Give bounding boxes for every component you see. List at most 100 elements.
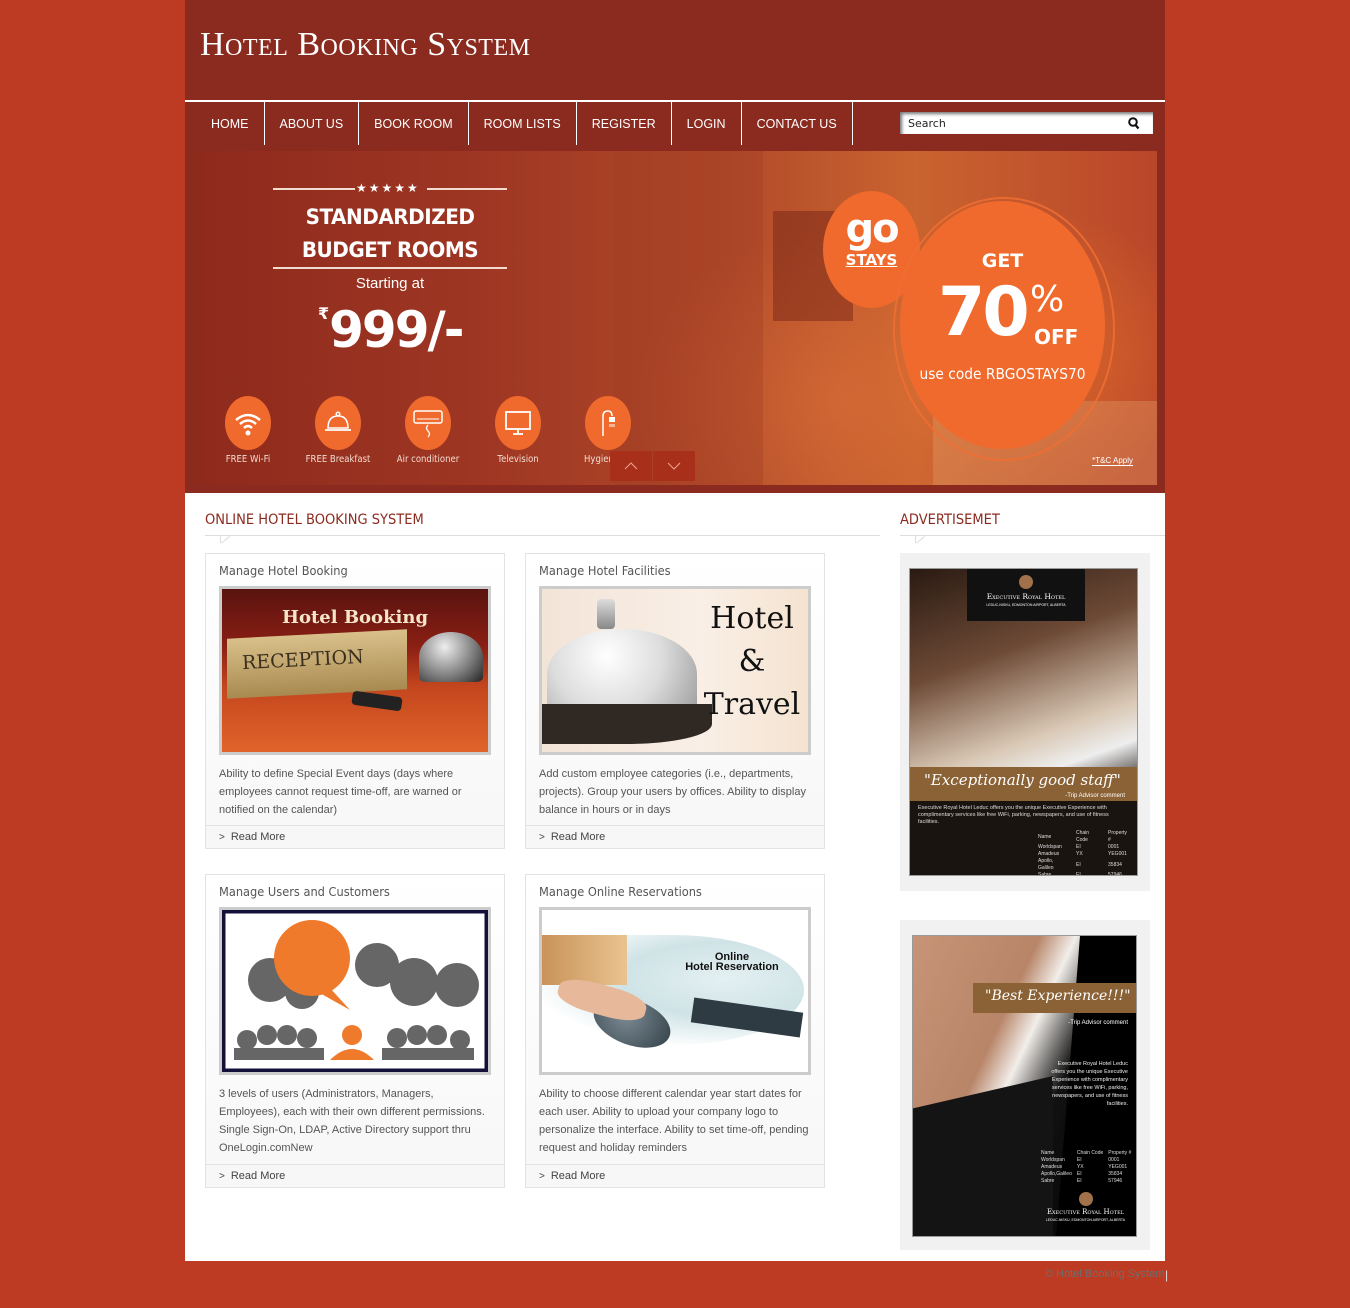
ad-executive-royal-hotel-2[interactable]: "Best Experience!!!" -Trip Advisor comme…	[912, 935, 1137, 1237]
image-caption: Hotel & Travel	[692, 597, 808, 726]
air-conditioner-icon	[413, 410, 443, 438]
main-nav: HOME ABOUT US BOOK ROOM ROOM LISTS REGIS…	[185, 100, 1165, 151]
amenity-label: Air conditioner	[396, 454, 460, 465]
slider-prev-button[interactable]	[610, 451, 652, 481]
feature-card-hotel-booking: Manage Hotel Booking Hotel Booking RECEP…	[205, 553, 505, 849]
price-label: ₹999/-	[318, 301, 465, 359]
ad-body: Executive Royal Hotel Leduc offers you t…	[910, 801, 1137, 875]
price-value: 999/-	[329, 301, 464, 359]
section-rule	[205, 535, 880, 536]
read-more-label: Read More	[230, 1170, 286, 1182]
search-input[interactable]	[900, 116, 1120, 130]
sidebar-title: ADVERTISEMET	[900, 512, 1000, 528]
ad-body-text: Executive Royal Hotel Leduc offers you t…	[918, 805, 1109, 825]
nav-login[interactable]: LOGIN	[672, 102, 742, 145]
search-box	[900, 112, 1153, 134]
caption-line: Hotel Reservation	[685, 961, 779, 973]
ad-location: LEDUC-NISKU, EDMONTON AIRPORT, ALBERTA	[986, 603, 1066, 607]
feature-card-online-reservations: Manage Online Reservations Online Hotel …	[525, 874, 825, 1188]
card-title: Manage Hotel Booking	[219, 564, 348, 578]
ad-quote-source: -Trip Advisor comment	[1065, 793, 1125, 799]
read-more-label: Read More	[550, 1170, 606, 1182]
ad-quote: "Exceptionally good staff"	[924, 771, 1121, 789]
content-area: ONLINE HOTEL BOOKING SYSTEM Manage Hotel…	[185, 493, 1165, 1261]
ad-box-1: Executive Royal Hotel LEDUC-NISKU, EDMON…	[900, 553, 1150, 891]
card-description: Ability to define Special Event days (da…	[219, 768, 462, 816]
offer-off-text: OFF	[1034, 325, 1079, 349]
site-title[interactable]: Hotel Booking System	[200, 26, 530, 64]
divider-line	[273, 267, 507, 269]
banner-headline: STANDARDIZED BUDGET ROOMS	[279, 201, 501, 267]
promo-banner-slider[interactable]: ★★★★★ STANDARDIZED BUDGET ROOMS Starting…	[193, 151, 1157, 485]
ad-location: LEDUC-NISKU, EDMONTON AIRPORT, ALBERTA	[1045, 1218, 1126, 1222]
chevron-right-icon: >	[539, 1170, 545, 1182]
amenity-label: FREE Wi-Fi	[225, 454, 271, 465]
card-title: Manage Users and Customers	[219, 885, 390, 899]
nav-book-room[interactable]: BOOK ROOM	[359, 102, 469, 145]
slider-next-button[interactable]	[653, 451, 695, 481]
ad-quote-source: -Trip Advisor comment	[1068, 1020, 1128, 1026]
card-image-reservations: Online Hotel Reservation	[539, 907, 811, 1075]
card-title: Manage Hotel Facilities	[539, 564, 671, 578]
chevron-right-icon: >	[219, 1170, 225, 1182]
hotel-logo-icon	[1078, 1192, 1093, 1206]
caption-line: &	[738, 644, 766, 679]
search-icon	[1128, 116, 1140, 129]
nav-room-lists[interactable]: ROOM LISTS	[469, 102, 577, 145]
rating-stars: ★★★★★	[356, 181, 420, 195]
read-more-link[interactable]: > Read More	[526, 825, 824, 848]
amenity-breakfast: FREE Breakfast	[293, 396, 383, 465]
card-image-users	[219, 907, 491, 1075]
chevron-down-icon	[667, 462, 681, 470]
offer-badge: GET 70 % OFF use code RBGOSTAYS70	[900, 201, 1105, 449]
terms-note: *T&C Apply	[1092, 456, 1133, 466]
nav-contact-us[interactable]: CONTACT US	[742, 102, 853, 145]
starting-at-label: Starting at	[355, 275, 425, 292]
divider-line	[273, 188, 355, 190]
nav-home[interactable]: HOME	[185, 102, 265, 145]
wifi-icon	[235, 413, 261, 436]
feature-card-hotel-facilities: Manage Hotel Facilities Hotel & Travel A…	[525, 553, 825, 849]
divider-line	[427, 188, 507, 190]
read-more-label: Read More	[230, 831, 286, 843]
amenity-label: FREE Breakfast	[305, 454, 371, 465]
television-icon	[505, 411, 531, 435]
ad-logo-block: Executive Royal Hotel LEDUC-NISKU, EDMON…	[967, 569, 1085, 621]
offer-percent: %	[1030, 279, 1065, 320]
read-more-link[interactable]: > Read More	[526, 1164, 824, 1187]
speech-bubbles-illustration	[222, 910, 488, 1072]
cloche-icon	[325, 411, 351, 431]
headline-line-2: BUDGET ROOMS	[301, 238, 479, 262]
read-more-link[interactable]: > Read More	[206, 1164, 504, 1187]
section-notch	[220, 535, 230, 543]
site-header: Hotel Booking System	[185, 0, 1165, 100]
ad-brand: Executive Royal Hotel	[1046, 1208, 1125, 1216]
read-more-label: Read More	[550, 831, 606, 843]
card-image-hotel-travel: Hotel & Travel	[539, 586, 811, 755]
amenity-ac: Air conditioner	[383, 396, 473, 465]
ad-quote-band: "Exceptionally good staff" -Trip Advisor…	[910, 767, 1137, 801]
ad-executive-royal-hotel-1[interactable]: Executive Royal Hotel LEDUC-NISKU, EDMON…	[909, 568, 1138, 876]
section-title: ONLINE HOTEL BOOKING SYSTEM	[205, 512, 424, 528]
amenity-label: Television	[497, 454, 539, 465]
ad-quote: "Best Experience!!!"	[973, 983, 1136, 1013]
page-wrapper: Hotel Booking System HOME ABOUT US BOOK …	[185, 0, 1165, 1261]
image-caption: Online Hotel Reservation	[662, 952, 802, 973]
offer-get-text: GET	[981, 250, 1024, 272]
ad-brand: Executive Royal Hotel	[986, 592, 1066, 601]
shower-icon	[602, 410, 615, 436]
card-title: Manage Online Reservations	[539, 885, 702, 899]
image-caption: Hotel Booking	[281, 607, 429, 628]
feature-card-users-customers: Manage Users and Customers 3 levels of u…	[205, 874, 505, 1188]
chevron-right-icon: >	[219, 831, 225, 843]
nav-about-us[interactable]: ABOUT US	[265, 102, 360, 145]
nav-register[interactable]: REGISTER	[577, 102, 672, 145]
card-description: 3 levels of users (Administrators, Manag…	[219, 1088, 485, 1154]
caption-line: Hotel	[710, 601, 794, 636]
offer-value: 70	[938, 273, 1030, 352]
read-more-link[interactable]: > Read More	[206, 825, 504, 848]
hotel-logo-icon	[1019, 575, 1033, 589]
search-button[interactable]	[1120, 112, 1148, 134]
ad-body-text: Executive Royal Hotel Leduc offers you t…	[1051, 1061, 1128, 1107]
card-image-reception: Hotel Booking RECEPTION	[219, 586, 491, 755]
